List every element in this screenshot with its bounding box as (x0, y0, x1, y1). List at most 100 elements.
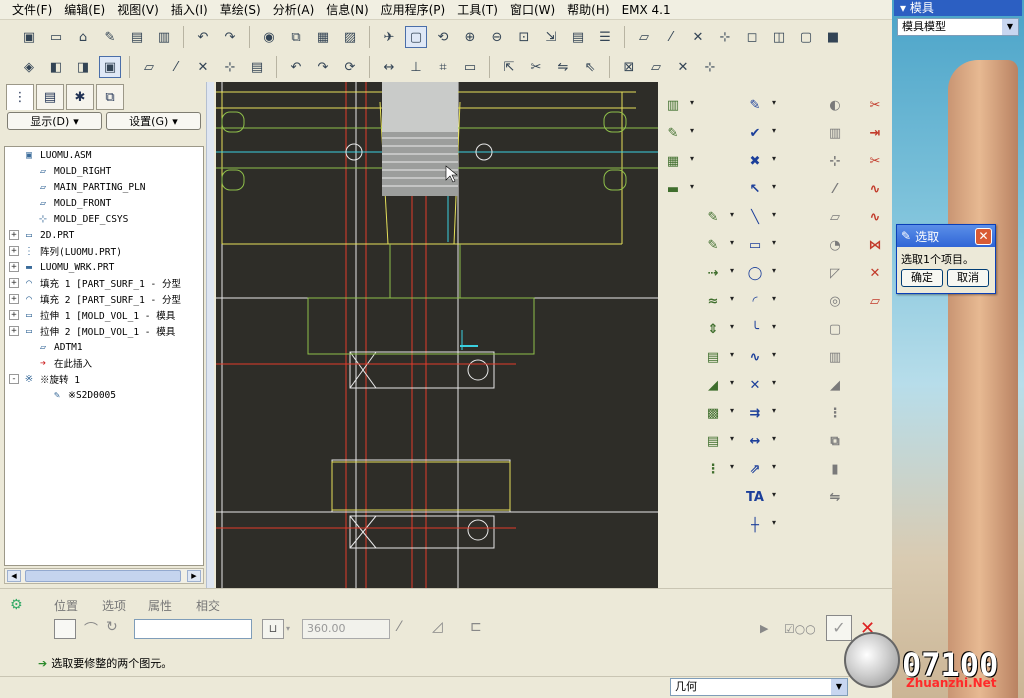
redo-button[interactable]: ↷ (312, 56, 334, 78)
reorient-button[interactable]: ⇲ (540, 26, 562, 48)
redo-button[interactable]: ↷ (219, 26, 241, 48)
menu-item-5[interactable]: 分析(A) (267, 1, 321, 19)
new-file-button[interactable]: ▭ (45, 26, 67, 48)
tab-intersect[interactable]: 相交 (196, 597, 220, 614)
menu-item-3[interactable]: 插入(I) (165, 1, 214, 19)
tree-node[interactable]: - ※ ※旋转 1 (5, 371, 203, 387)
tree-node[interactable]: + ◠ 填充 1 [PART_SURF_1 - 分型 (5, 275, 203, 291)
surface-option-icon[interactable]: ⌒ (84, 619, 100, 639)
menu-item-11[interactable]: EMX 4.1 (616, 1, 677, 19)
plane-button[interactable]: ▱ (645, 56, 667, 78)
modify-tool-button[interactable]: ⇗ (744, 458, 776, 480)
paste-button[interactable]: ▦ (312, 26, 334, 48)
database-tool-button[interactable]: ▤ (702, 346, 734, 368)
intersect-tool-button[interactable]: ✕ (864, 262, 886, 284)
cancel-x-tool-button[interactable]: ✖ (744, 150, 776, 172)
divide-tool-button[interactable]: ✂ (864, 150, 886, 172)
top-view-button[interactable]: ◨ (72, 56, 94, 78)
datum-plane-button[interactable]: ▱ (138, 56, 160, 78)
menu-item-0[interactable]: 文件(F) (6, 1, 58, 19)
expand-icon[interactable]: + (9, 246, 19, 256)
tree-node[interactable]: ▣ LUOMU.ASM (5, 147, 203, 163)
volume-split-tool-button[interactable]: ✎ (702, 234, 734, 256)
expand-icon[interactable]: + (9, 262, 19, 272)
eject-pin-tool-button[interactable]: ✎ (662, 122, 694, 144)
csys-button[interactable]: ⊹ (699, 56, 721, 78)
shaded-view-button[interactable]: ▣ (99, 56, 121, 78)
mold-layout-tool-button[interactable]: ⋮ (702, 458, 735, 480)
select-arrow-tool-button[interactable]: ↖ (744, 178, 776, 200)
expand-icon[interactable]: + (9, 326, 19, 336)
front-view-button[interactable]: ◧ (45, 56, 67, 78)
preview-icon[interactable]: ☑○○ (784, 619, 820, 639)
view-orient-tool-button[interactable]: ▥ (824, 122, 846, 144)
cavity-layout-tool-button[interactable]: ▦ (662, 150, 694, 172)
repaint-button[interactable]: ▢ (405, 26, 427, 48)
draft-check-tool-button[interactable]: ◢ (702, 374, 734, 396)
tab-properties[interactable]: 属性 (148, 597, 172, 614)
menu-item-10[interactable]: 帮助(H) (561, 1, 615, 19)
water-line-tool-button[interactable]: ≈ (702, 290, 734, 312)
draft-tool-button[interactable]: ◢ (824, 374, 846, 396)
menu-item-6[interactable]: 信息(N) (320, 1, 374, 19)
hole-tool-button[interactable]: ◎ (824, 290, 846, 312)
menu-item-2[interactable]: 视图(V) (111, 1, 165, 19)
zoom-out-button[interactable]: ⊖ (486, 26, 508, 48)
circle-tool-button[interactable]: ◯ (744, 262, 776, 284)
menu-item-7[interactable]: 应用程序(P) (375, 1, 452, 19)
line-tool-button[interactable]: ╲ (744, 206, 776, 228)
sketch-view-button[interactable]: ▭ (459, 56, 481, 78)
menu-item-9[interactable]: 窗口(W) (504, 1, 561, 19)
scroll-thumb[interactable] (25, 570, 181, 582)
layers-button[interactable]: ☰ (594, 26, 616, 48)
curve-tool-button[interactable]: ∿ (864, 178, 886, 200)
save-copy-button[interactable]: ▥ (153, 26, 175, 48)
axis-tool-button[interactable]: ⁄ (824, 178, 846, 200)
expand-icon[interactable]: + (9, 278, 19, 288)
check-mark-tool-button[interactable]: ✔ (744, 122, 776, 144)
expand-icon[interactable]: + (9, 294, 19, 304)
view-cube-button[interactable]: ◈ (18, 56, 40, 78)
tab-placement[interactable]: 位置 (54, 597, 78, 614)
feature-table-tool-button[interactable]: ▤ (702, 430, 734, 452)
cancel-button[interactable]: ⊠ (618, 56, 640, 78)
appearance-button[interactable]: ◉ (258, 26, 280, 48)
zoom-in-button[interactable]: ⊕ (459, 26, 481, 48)
round-tool-button[interactable]: ◔ (824, 234, 846, 256)
pick-button[interactable]: ⇖ (579, 56, 601, 78)
tree-node[interactable]: + ▭ 拉伸 1 [MOLD_VOL_1 - 模具 (5, 307, 203, 323)
shell-tool-button[interactable]: ▢ (824, 318, 846, 340)
menu-item-8[interactable]: 工具(T) (451, 1, 504, 19)
datum-axis-button[interactable]: ⁄ (165, 56, 187, 78)
tree-node[interactable]: + ▭ 2D.PRT (5, 227, 203, 243)
tree-node[interactable]: ▱ MOLD_FRONT (5, 195, 203, 211)
close-icon[interactable]: ✕ (975, 228, 992, 245)
point-display-button[interactable]: ✕ (687, 26, 709, 48)
refit-button[interactable]: ⊡ (513, 26, 535, 48)
copy-geom-tool-button[interactable]: ⧉ (824, 430, 846, 452)
selection-filter[interactable]: 几何 ▼ (670, 678, 848, 696)
trim-tool-button[interactable]: ✂ (864, 94, 886, 116)
palette-tool-button[interactable]: ◐ (824, 94, 846, 116)
spline-tool-button[interactable]: ∿ (864, 206, 886, 228)
solid-option-button[interactable] (54, 619, 76, 639)
plane-tool-button[interactable]: ▱ (824, 206, 846, 228)
regenerate-button[interactable]: ⟳ (339, 56, 361, 78)
point-button[interactable]: ✕ (672, 56, 694, 78)
tree-node[interactable]: ✎ ※S2D0005 (5, 387, 203, 403)
flip-direction-icon[interactable]: ⁄ (398, 619, 418, 639)
text-tool-button[interactable]: TA (744, 486, 776, 508)
scroll-left-arrow-icon[interactable]: ◀ (7, 570, 21, 582)
model-tree-tab[interactable]: ⋮ (6, 84, 34, 110)
csys-button[interactable]: ⊹ (219, 56, 241, 78)
csys-display-button[interactable]: ⊹ (714, 26, 736, 48)
show-button[interactable]: 显示(D) ▾ (7, 112, 102, 130)
merge-tool-button[interactable]: ⋈ (864, 234, 886, 256)
datum-axis-display-button[interactable]: ⁄ (660, 26, 682, 48)
pattern-tool-button[interactable]: ⋮ (824, 402, 846, 424)
datum-point-button[interactable]: ✕ (192, 56, 214, 78)
file-button[interactable]: ▤ (246, 56, 268, 78)
angle-input[interactable]: 360.00 (302, 619, 390, 639)
play-icon[interactable]: ▶ (760, 619, 774, 639)
wireframe-button[interactable]: ◻ (741, 26, 763, 48)
